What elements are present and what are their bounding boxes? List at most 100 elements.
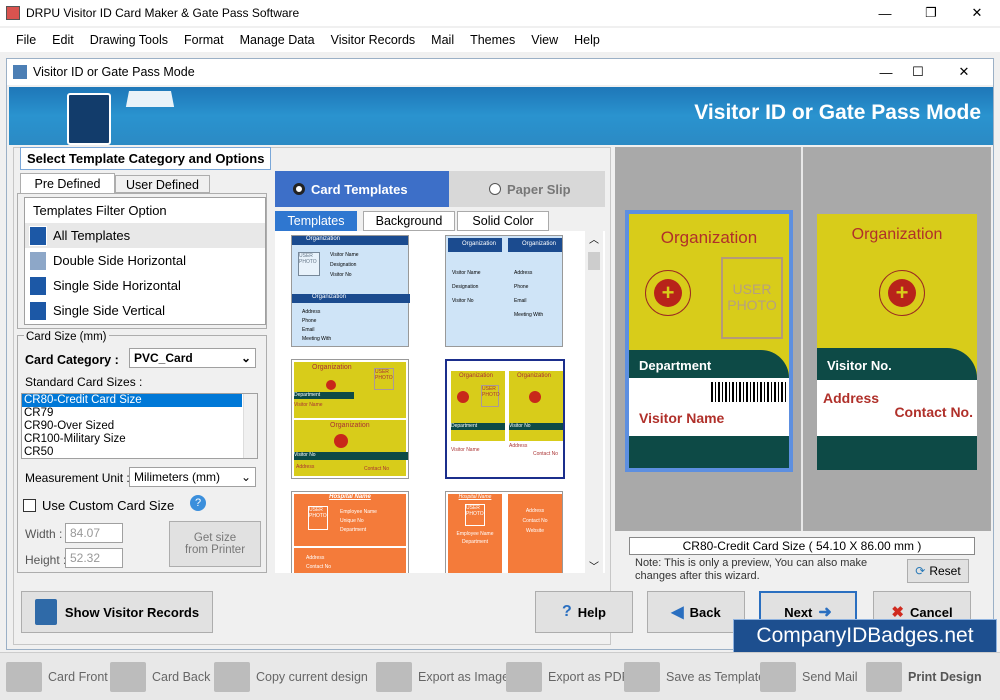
sizes-scrollbar[interactable]	[243, 394, 257, 458]
custom-size-label[interactable]: Use Custom Card Size	[42, 498, 174, 513]
menu-mail[interactable]: Mail	[431, 33, 454, 47]
export-pdf-button[interactable]: Export as PDF	[506, 661, 629, 693]
chevron-down-icon: ⌄	[240, 470, 251, 484]
size-item[interactable]: CR79	[22, 407, 257, 420]
size-item[interactable]: CR50	[22, 446, 257, 459]
dialog-title: Visitor ID or Gate Pass Mode	[33, 65, 195, 79]
print-design-button[interactable]: Print Design	[866, 661, 982, 693]
front-photo-box: USER PHOTO	[721, 257, 783, 339]
back-logo: +	[879, 270, 925, 316]
send-mail-button[interactable]: Send Mail	[760, 661, 858, 693]
printer-icon	[866, 662, 902, 692]
back-band: Visitor No.	[817, 348, 977, 380]
mode-paper-slip[interactable]: Paper Slip	[449, 171, 605, 207]
front-logo: +	[645, 270, 691, 316]
export-image-button[interactable]: Export as Image	[376, 661, 509, 693]
copy-icon	[214, 662, 250, 692]
menu-view[interactable]: View	[531, 33, 558, 47]
template-thumb[interactable]: Organization Organization Visitor Name De…	[445, 235, 563, 347]
card-front-preview: Organization + USER PHOTO Department Visi…	[625, 210, 793, 472]
maximize-icon[interactable]: ❐	[908, 0, 954, 26]
filter-item-all[interactable]: All Templates	[25, 223, 265, 248]
image-icon	[376, 662, 412, 692]
menu-drawing-tools[interactable]: Drawing Tools	[90, 33, 168, 47]
gallery-scrollbar[interactable]: ︿ ﹀	[585, 231, 603, 573]
help-info-icon[interactable]: ?	[190, 495, 206, 511]
filter-item-double-horizontal[interactable]: Double Side Horizontal	[25, 248, 265, 273]
radio-empty-icon	[489, 183, 501, 195]
dialog-titlebar: Visitor ID or Gate Pass Mode — ☐ ✕	[7, 59, 993, 85]
chevron-up-icon[interactable]: ︿	[585, 231, 603, 246]
chevron-down-icon[interactable]: ﹀	[585, 558, 603, 573]
custom-size-checkbox[interactable]	[23, 499, 36, 512]
menu-edit[interactable]: Edit	[52, 33, 74, 47]
reset-icon: ⟳	[915, 564, 926, 578]
filter-header: Templates Filter Option	[33, 203, 167, 218]
app-title: DRPU Visitor ID Card Maker & Gate Pass S…	[26, 6, 300, 20]
mode-card-templates[interactable]: Card Templates	[275, 171, 449, 207]
wizard-dialog: Visitor ID or Gate Pass Mode — ☐ ✕ Visit…	[6, 58, 994, 650]
tab-user-defined[interactable]: User Defined	[115, 175, 210, 193]
copy-design-button[interactable]: Copy current design	[214, 661, 368, 693]
menu-manage-data[interactable]: Manage Data	[240, 33, 315, 47]
back-button[interactable]: ◀ Back	[647, 591, 745, 633]
tab-pre-defined[interactable]: Pre Defined	[20, 173, 115, 193]
width-field[interactable]: 84.07	[65, 523, 123, 543]
minimize-icon[interactable]: —	[862, 0, 908, 26]
watermark-badge: CompanyIDBadges.net	[733, 619, 997, 653]
measurement-unit-select[interactable]: Milimeters (mm) ⌄	[129, 467, 256, 487]
template-thumb[interactable]: Organization USER PHOTO Department Visitor …	[291, 359, 409, 479]
vertical-card-icon	[29, 300, 47, 321]
standard-sizes-list[interactable]: CR80-Credit Card Size CR79 CR90-Over Siz…	[21, 393, 258, 459]
double-card-icon	[29, 250, 47, 271]
template-thumb-selected[interactable]: Organization USER PHOTO Department Organiz…	[445, 359, 565, 479]
card-back-button[interactable]: Card Back	[110, 661, 210, 693]
card-category-select[interactable]: PVC_Card ⌄	[129, 348, 256, 368]
front-org-text: Organization	[660, 228, 758, 247]
dialog-maximize-icon[interactable]: ☐	[895, 59, 941, 85]
template-thumb[interactable]: Hospital Name USER PHOTO Employee Name Depa…	[445, 491, 563, 573]
subtab-background[interactable]: Background	[363, 211, 455, 231]
card-size-readout: CR80-Credit Card Size ( 54.10 X 86.00 mm…	[629, 537, 975, 555]
close-icon[interactable]: ✕	[954, 0, 1000, 26]
filter-list: Templates Filter Option All Templates Do…	[24, 197, 266, 325]
template-thumb[interactable]: Organization USER PHOTO Visitor Name Desi…	[291, 235, 410, 347]
mail-icon	[760, 662, 796, 692]
size-item[interactable]: CR90-Over Sized	[22, 420, 257, 433]
barcode	[711, 382, 787, 402]
card-back-preview: Organization + Visitor No. Address Contac…	[817, 214, 977, 470]
arrow-left-icon: ◀	[671, 604, 684, 621]
menu-help[interactable]: Help	[574, 33, 600, 47]
filter-item-single-horizontal[interactable]: Single Side Horizontal	[25, 273, 265, 298]
get-size-printer-button[interactable]: Get size from Printer	[169, 521, 261, 567]
menu-visitor-records[interactable]: Visitor Records	[331, 33, 416, 47]
dialog-close-icon[interactable]: ✕	[941, 59, 987, 85]
size-item[interactable]: CR80-Credit Card Size	[22, 394, 242, 407]
save-template-button[interactable]: Save as Template	[624, 661, 765, 693]
bottom-toolbar: Card Front Card Back Copy current design…	[0, 652, 1000, 700]
app-titlebar: DRPU Visitor ID Card Maker & Gate Pass S…	[0, 0, 1000, 26]
back-white-area: Address Contact No.	[817, 380, 977, 436]
question-icon: ?	[562, 603, 572, 620]
card-front-button[interactable]: Card Front	[6, 661, 108, 693]
standard-sizes-label: Standard Card Sizes :	[25, 375, 143, 389]
subtab-solid-color[interactable]: Solid Color	[457, 211, 549, 231]
guard-icon	[118, 91, 182, 145]
menu-file[interactable]: File	[16, 33, 36, 47]
help-button[interactable]: ? Help	[535, 591, 633, 633]
size-item[interactable]: CR100-Military Size	[22, 433, 257, 446]
card-front-icon	[6, 662, 42, 692]
app-icon	[6, 6, 20, 20]
template-thumb[interactable]: Hospital Name USER PHOTO Employee Name Uniq…	[291, 491, 409, 573]
back-org-text: Organization	[851, 226, 943, 243]
card-category-label: Card Category :	[25, 353, 119, 367]
reset-button[interactable]: ⟳ Reset	[907, 559, 969, 583]
save-template-icon	[624, 662, 660, 692]
height-field[interactable]: 52.32	[65, 548, 123, 568]
filter-item-single-vertical[interactable]: Single Side Vertical	[25, 298, 265, 323]
show-visitor-records-button[interactable]: Show Visitor Records	[21, 591, 213, 633]
menu-format[interactable]: Format	[184, 33, 224, 47]
back-bottom-band	[817, 436, 977, 470]
subtab-templates[interactable]: Templates	[275, 211, 357, 231]
menu-themes[interactable]: Themes	[470, 33, 515, 47]
